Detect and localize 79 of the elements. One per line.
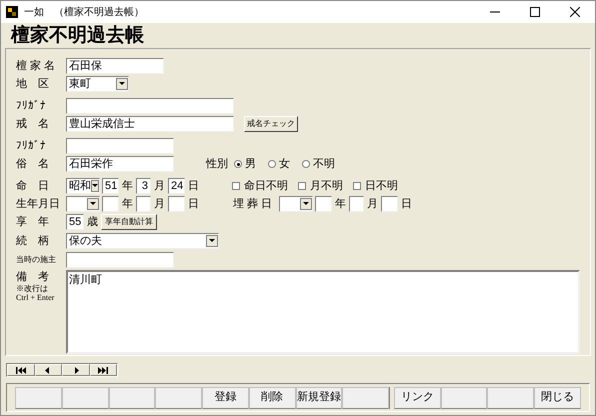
- field-label: 備 考: [16, 270, 50, 284]
- text-field[interactable]: 24: [168, 178, 185, 194]
- unit-label: 日: [188, 197, 199, 211]
- unit-label: 日: [188, 179, 199, 193]
- action-button[interactable]: 享年自動計算: [101, 214, 157, 230]
- nav-button[interactable]: [7, 364, 34, 376]
- dropdown[interactable]: [279, 196, 313, 212]
- text-field[interactable]: [66, 252, 174, 268]
- footer-button[interactable]: 新規登録: [296, 386, 342, 408]
- text-field[interactable]: 豊山栄成信士: [66, 116, 234, 132]
- nav-button[interactable]: [62, 364, 90, 376]
- text-field[interactable]: [102, 196, 119, 212]
- footer-button[interactable]: リンク: [394, 386, 441, 408]
- gender-label: 性別: [206, 156, 228, 172]
- gender-radio[interactable]: 女: [268, 156, 290, 172]
- field-label: 生年月日: [16, 197, 61, 211]
- footer-button[interactable]: 登録: [202, 386, 249, 408]
- blank-button[interactable]: [487, 386, 534, 408]
- action-button[interactable]: 戒名チェック: [244, 116, 298, 132]
- text-field[interactable]: [136, 196, 151, 212]
- blank-button[interactable]: [108, 386, 156, 408]
- unit-label: 年: [335, 197, 346, 211]
- field-label: 檀 家 名: [16, 59, 56, 73]
- text-field[interactable]: 石田保: [66, 58, 164, 74]
- field-label: 戒 名: [16, 117, 50, 131]
- field-label: 享 年: [16, 215, 50, 229]
- dropdown[interactable]: 昭和: [66, 178, 100, 194]
- remarks-textarea[interactable]: 清川町: [66, 270, 580, 354]
- blank-button[interactable]: [155, 386, 202, 408]
- dropdown[interactable]: 東町: [66, 76, 129, 92]
- unknown-checkbox[interactable]: 命日不明: [232, 178, 288, 194]
- text-field[interactable]: 51: [102, 178, 119, 194]
- text-field[interactable]: 石田栄作: [66, 156, 174, 172]
- dropdown[interactable]: 保の夫: [66, 233, 219, 249]
- maximize-icon: [530, 7, 540, 17]
- remarks-note: ※改行は: [16, 284, 49, 293]
- field-label: 地 区: [16, 77, 50, 91]
- field-label: 埋 葬 日: [233, 197, 274, 211]
- field-label: 続 柄: [16, 234, 50, 248]
- nav-button[interactable]: [34, 364, 62, 376]
- app-icon: [6, 6, 18, 18]
- text-field[interactable]: [349, 196, 364, 212]
- first-record-icon: [16, 366, 26, 374]
- last-record-icon: [98, 366, 108, 374]
- text-field[interactable]: [315, 196, 332, 212]
- gender-radio[interactable]: 不明: [302, 156, 335, 172]
- unit-label: 日: [401, 197, 412, 211]
- window-title: 一如 （檀家不明過去帳）: [24, 6, 144, 20]
- unknown-checkbox[interactable]: 日不明: [353, 178, 398, 194]
- field-label: 当時の施主: [16, 254, 57, 266]
- page-heading: 檀家不明過去帳: [11, 22, 144, 48]
- blank-button[interactable]: [15, 386, 62, 408]
- nav-button[interactable]: [90, 364, 117, 376]
- text-field[interactable]: [168, 196, 185, 212]
- text-field[interactable]: 55: [66, 214, 84, 230]
- text-field[interactable]: [66, 138, 174, 154]
- unit-label: 月: [367, 197, 378, 211]
- remarks-note: Ctrl + Enter: [16, 293, 56, 302]
- close-icon: [570, 7, 580, 17]
- unit-label: 月: [154, 179, 165, 193]
- field-label: ﾌﾘｶﾞﾅ: [16, 139, 47, 153]
- blank-button[interactable]: [440, 386, 488, 408]
- footer-button[interactable]: 閉じる: [534, 386, 581, 408]
- unknown-checkbox[interactable]: 月不明: [298, 178, 343, 194]
- field-label: 命 日: [16, 179, 50, 193]
- dropdown[interactable]: [66, 196, 100, 212]
- unit-label: 歳: [87, 215, 98, 229]
- text-field[interactable]: 3: [136, 178, 151, 194]
- gender-radio[interactable]: 男: [234, 156, 256, 172]
- footer-button[interactable]: 削除: [248, 386, 296, 408]
- text-field[interactable]: [381, 196, 398, 212]
- field-label: 俗 名: [16, 157, 50, 171]
- blank-button[interactable]: [342, 386, 389, 408]
- field-label: ﾌﾘｶﾞﾅ: [16, 99, 47, 113]
- unit-label: 年: [122, 197, 133, 211]
- unit-label: 年: [122, 179, 133, 193]
- blank-button[interactable]: [62, 386, 108, 408]
- unit-label: 月: [154, 197, 165, 211]
- text-field[interactable]: [66, 98, 234, 114]
